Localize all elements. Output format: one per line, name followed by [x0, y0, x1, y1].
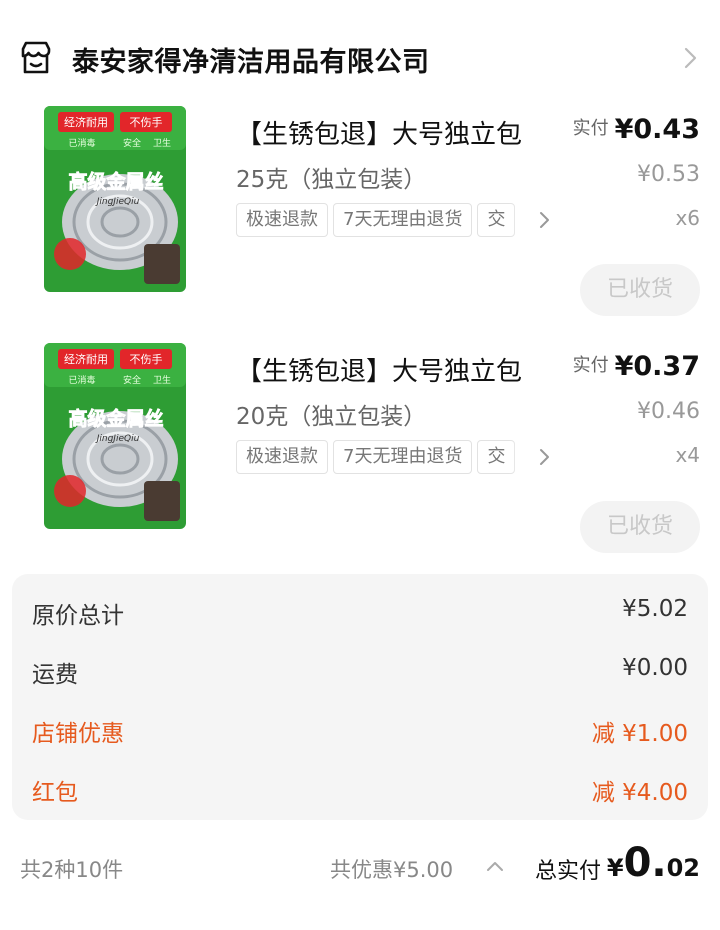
original-total-value: ¥5.02: [622, 596, 688, 622]
shipping-label: 运费: [32, 662, 78, 688]
service-tag: 极速退款: [236, 440, 328, 474]
total-currency: ¥: [606, 854, 624, 882]
svg-text:已消毒: 已消毒: [68, 137, 95, 149]
paid-price-row: 实付 ¥0.43: [573, 114, 700, 145]
total-decimal: 02: [666, 854, 700, 882]
shop-discount-value: 减 ¥1.00: [591, 721, 688, 747]
original-total-row: 原价总计 ¥5.02: [12, 592, 708, 632]
shop-header[interactable]: 泰安家得净清洁用品有限公司: [0, 28, 720, 88]
svg-text:已消毒: 已消毒: [68, 374, 95, 386]
shop-discount-label: 店铺优惠: [32, 721, 124, 747]
svg-text:卫生: 卫生: [153, 137, 171, 149]
paid-price: ¥0.37: [614, 351, 700, 382]
product-spec: 20克（独立包装）: [236, 404, 427, 430]
order-item[interactable]: 经济耐用 不伤手 已消毒 安全 卫生 高级金属丝 JingJieQiu 【生锈包…: [0, 341, 720, 579]
product-title[interactable]: 【生锈包退】大号独立包: [236, 351, 556, 391]
order-item[interactable]: 经济耐用 不伤手 已消毒 安全 卫生 高级金属丝 JingJieQiu 【生锈包…: [0, 104, 720, 342]
product-image[interactable]: 经济耐用 不伤手 已消毒 安全 卫生 高级金属丝 JingJieQiu: [40, 341, 190, 531]
svg-text:不伤手: 不伤手: [130, 115, 163, 129]
svg-text:JingJieQiu: JingJieQiu: [95, 434, 140, 444]
chevron-up-icon[interactable]: [484, 858, 506, 874]
service-tags: 极速退款 7天无理由退货交: [236, 203, 551, 239]
quantity: x4: [675, 443, 700, 467]
paid-label: 实付: [572, 355, 609, 376]
red-packet-label: 红包: [32, 780, 78, 806]
quantity: x6: [675, 206, 700, 230]
svg-text:高级金属丝: 高级金属丝: [68, 170, 163, 193]
shop-discount-row: 店铺优惠 减 ¥1.00: [12, 710, 708, 750]
svg-text:卫生: 卫生: [153, 374, 171, 386]
svg-text:不伤手: 不伤手: [130, 352, 163, 366]
service-tags: 极速退款 7天无理由退货交: [236, 440, 551, 476]
order-card: 泰安家得净清洁用品有限公司 经济耐用 不伤手 已消毒 安全 卫生 高级金属丝 J…: [0, 0, 720, 930]
red-packet-row: 红包 减 ¥4.00: [12, 769, 708, 809]
service-tag: 7天无理由退货: [333, 440, 473, 474]
paid-price: ¥0.43: [614, 114, 700, 145]
svg-text:安全: 安全: [123, 374, 141, 386]
original-total-label: 原价总计: [32, 603, 124, 629]
shipping-row: 运费 ¥0.00: [12, 651, 708, 691]
red-packet-value: 减 ¥4.00: [591, 780, 688, 806]
total-discount[interactable]: 共优惠¥5.00: [330, 854, 453, 884]
product-image-text: 经济耐用: [64, 115, 108, 129]
total-paid-value: ¥0.02: [607, 840, 700, 886]
received-button[interactable]: 已收货: [580, 501, 700, 553]
chevron-right-icon[interactable]: [678, 44, 702, 72]
product-image[interactable]: 经济耐用 不伤手 已消毒 安全 卫生 高级金属丝 JingJieQiu: [40, 104, 190, 294]
total-integer: 0.: [623, 840, 667, 886]
original-price: ¥0.53: [637, 162, 700, 187]
product-spec: 25克（独立包装）: [236, 167, 427, 193]
service-tag: 7天无理由退货: [333, 203, 473, 237]
original-price: ¥0.46: [637, 399, 700, 424]
service-tag: 极速退款: [236, 203, 328, 237]
shop-name[interactable]: 泰安家得净清洁用品有限公司: [72, 40, 430, 79]
price-summary: 原价总计 ¥5.02 运费 ¥0.00 店铺优惠 减 ¥1.00 红包 减 ¥4…: [12, 574, 708, 820]
shop-icon: [21, 41, 51, 74]
paid-label: 实付: [572, 118, 609, 139]
item-count: 共2种10件: [20, 858, 124, 882]
svg-text:经济耐用: 经济耐用: [64, 352, 108, 366]
shipping-value: ¥0.00: [622, 655, 688, 681]
paid-price-row: 实付 ¥0.37: [573, 351, 700, 382]
product-title[interactable]: 【生锈包退】大号独立包: [236, 114, 556, 154]
received-button[interactable]: 已收货: [580, 264, 700, 316]
svg-text:高级金属丝: 高级金属丝: [68, 407, 163, 430]
svg-text:安全: 安全: [123, 137, 141, 149]
chevron-right-icon[interactable]: [536, 447, 552, 467]
svg-text:JingJieQiu: JingJieQiu: [95, 197, 140, 207]
total-paid-label: 总实付: [535, 859, 602, 884]
chevron-right-icon[interactable]: [536, 210, 552, 230]
order-footer: 共2种10件 共优惠¥5.00 总实付 ¥0.02: [0, 840, 720, 896]
